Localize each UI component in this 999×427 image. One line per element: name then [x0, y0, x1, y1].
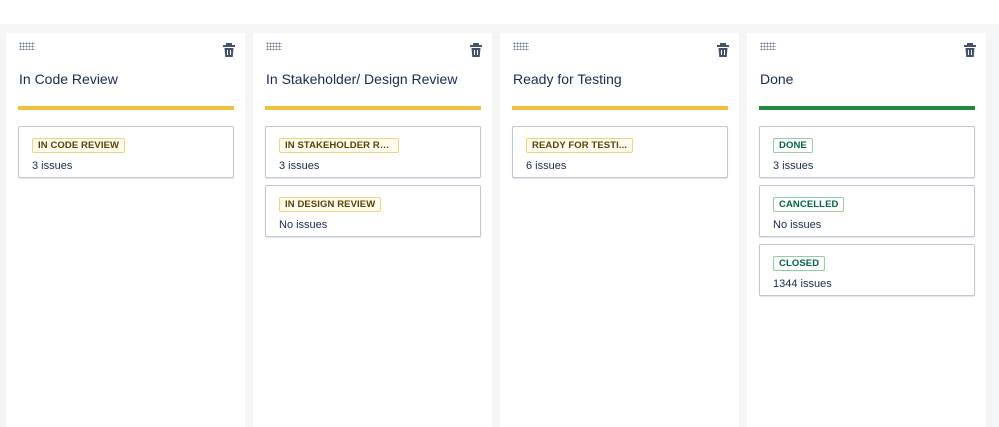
status-badge: CANCELLED: [773, 197, 845, 212]
status-badge: CLOSED: [773, 256, 826, 271]
status-badge: IN DESIGN REVIEW: [279, 197, 382, 212]
status-badge: DONE: [773, 138, 813, 153]
issue-count: 3 issues: [32, 160, 73, 172]
column-ready-for-testing[interactable]: Ready for Testing READY FOR TESTI... 6 i…: [500, 33, 739, 427]
column-title: Ready for Testing: [513, 71, 622, 87]
status-badge: IN CODE REVIEW: [32, 138, 126, 153]
status-badge: READY FOR TESTI...: [526, 138, 634, 153]
issue-count: 1344 issues: [773, 278, 832, 290]
column-status-bar: [265, 106, 481, 110]
column-status-bar: [512, 106, 728, 110]
column-status-bar: [759, 106, 975, 110]
column-status-bar: [18, 106, 234, 110]
drag-handle-icon[interactable]: [760, 42, 776, 50]
column-in-stakeholder-design-review[interactable]: In Stakeholder/ Design Review IN STAKEHO…: [253, 33, 492, 427]
status-card[interactable]: CLOSED 1344 issues: [759, 244, 975, 296]
column-title: In Code Review: [19, 71, 118, 87]
drag-handle-icon[interactable]: [266, 42, 282, 50]
column-in-code-review[interactable]: In Code Review IN CODE REVIEW 3 issues: [6, 33, 245, 427]
trash-icon[interactable]: [716, 42, 730, 58]
column-done[interactable]: Done DONE 3 issues CANCELLED No issues C…: [747, 33, 986, 427]
issue-count: 3 issues: [773, 160, 814, 172]
board: In Code Review IN CODE REVIEW 3 issues I…: [0, 24, 999, 427]
issue-count: No issues: [279, 219, 328, 231]
column-title: In Stakeholder/ Design Review: [266, 71, 458, 87]
status-card[interactable]: IN CODE REVIEW 3 issues: [18, 126, 234, 178]
status-badge: IN STAKEHOLDER REVI...: [279, 138, 399, 153]
status-card[interactable]: DONE 3 issues: [759, 126, 975, 178]
trash-icon[interactable]: [963, 42, 977, 58]
status-card[interactable]: IN DESIGN REVIEW No issues: [265, 185, 481, 237]
issue-count: 3 issues: [279, 160, 320, 172]
drag-handle-icon[interactable]: [19, 42, 35, 50]
status-card[interactable]: IN STAKEHOLDER REVI... 3 issues: [265, 126, 481, 178]
drag-handle-icon[interactable]: [513, 42, 529, 50]
trash-icon[interactable]: [222, 42, 236, 58]
issue-count: 6 issues: [526, 160, 567, 172]
column-title: Done: [760, 71, 794, 87]
issue-count: No issues: [773, 219, 822, 231]
trash-icon[interactable]: [469, 42, 483, 58]
status-card[interactable]: READY FOR TESTI... 6 issues: [512, 126, 728, 178]
status-card[interactable]: CANCELLED No issues: [759, 185, 975, 237]
